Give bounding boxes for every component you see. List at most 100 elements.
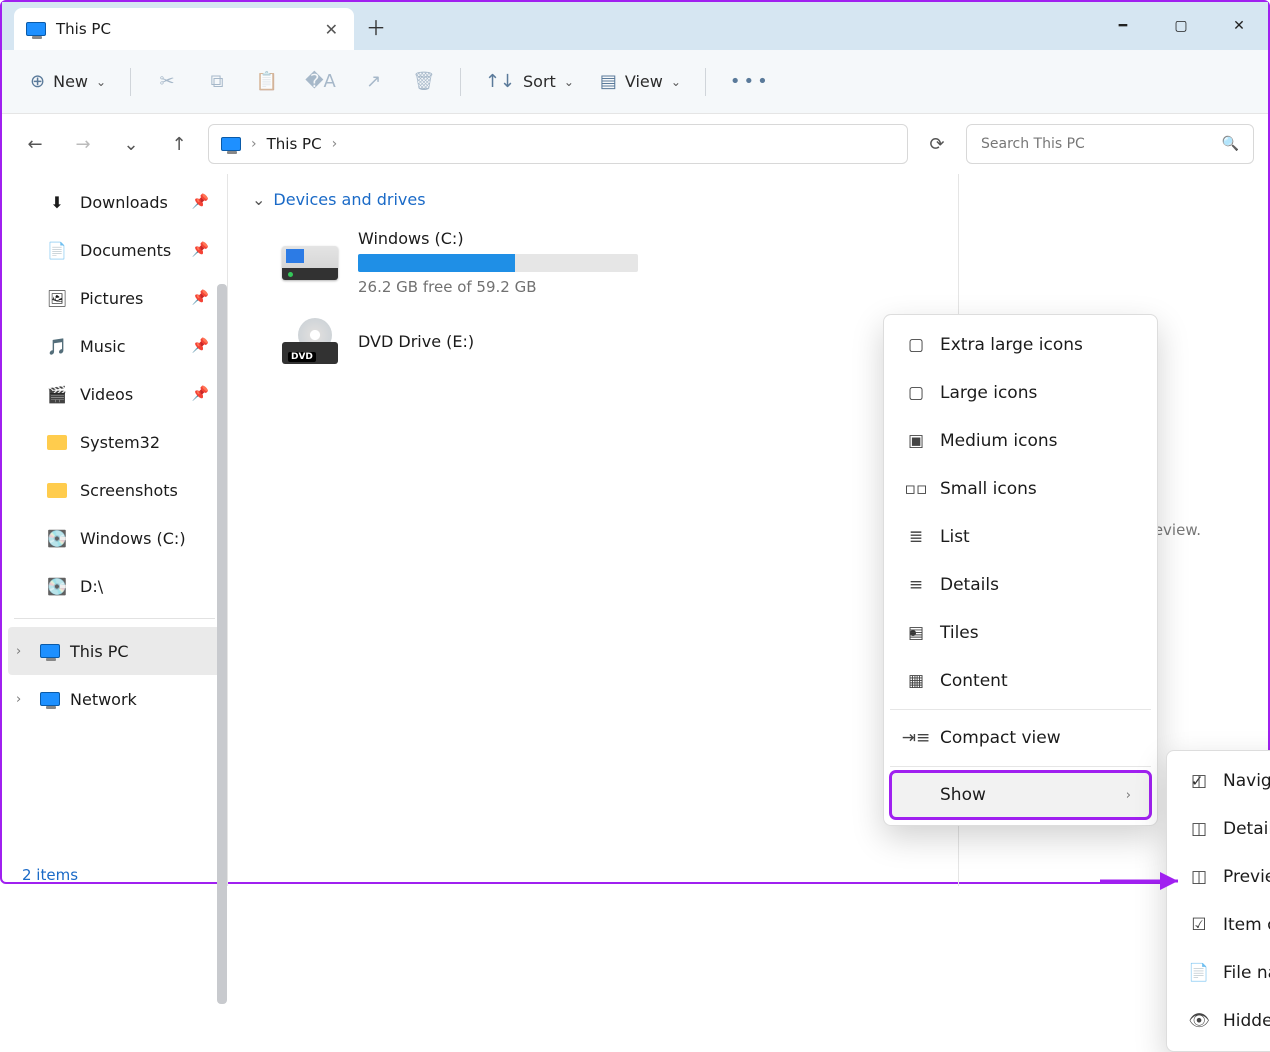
share-icon: ↗ — [366, 71, 381, 92]
minimize-button[interactable]: ━ — [1094, 2, 1152, 50]
tree-item-network[interactable]: ›Network — [2, 675, 227, 723]
delete-button[interactable]: 🗑 — [402, 60, 446, 104]
menu-item-extra-large-icons[interactable]: ▢Extra large icons — [890, 321, 1151, 369]
tree-item-this-pc[interactable]: ›This PC — [8, 627, 221, 675]
chevron-right-icon[interactable]: › — [332, 136, 338, 152]
chevron-right-icon[interactable]: › — [16, 644, 30, 659]
download-icon: ⬇ — [46, 193, 68, 212]
back-button[interactable]: ← — [16, 125, 54, 163]
pin-icon: 📌 — [192, 290, 209, 306]
menu-item-large-icons[interactable]: ▢Large icons — [890, 369, 1151, 417]
chevron-right-icon[interactable]: › — [16, 692, 30, 707]
storage-bar — [358, 254, 638, 272]
folder-icon — [46, 435, 68, 450]
drive-dvd-drive-e-[interactable]: DVDDVD Drive (E:) — [282, 324, 934, 364]
sidebar-item-documents[interactable]: 📄Documents📌 — [2, 226, 227, 274]
menu-item-details-pane[interactable]: ◫Details pane — [1173, 805, 1270, 853]
share-button[interactable]: ↗ — [352, 60, 396, 104]
sidebar-item-videos[interactable]: 🎬Videos📌 — [2, 370, 227, 418]
content-icon: ▦ — [904, 671, 928, 691]
maximize-button[interactable]: ▢ — [1152, 2, 1210, 50]
search-placeholder: Search This PC — [981, 136, 1085, 152]
paste-button[interactable]: 📋 — [245, 60, 289, 104]
tab-close-icon[interactable]: ✕ — [321, 16, 342, 43]
scrollbar-thumb[interactable] — [217, 284, 227, 1004]
details-icon: ≡ — [904, 575, 928, 595]
address-bar[interactable]: › This PC › — [208, 124, 908, 164]
search-input[interactable]: Search This PC 🔍 — [966, 124, 1254, 164]
folder-icon — [46, 483, 68, 498]
pin-icon: 📌 — [192, 338, 209, 354]
cut-button[interactable]: ✂ — [145, 60, 189, 104]
breadcrumb[interactable]: This PC — [267, 135, 322, 153]
menu-item-item-check-boxes[interactable]: ☑Item check boxes — [1173, 901, 1270, 949]
sidebar-item-system32[interactable]: System32 — [2, 418, 227, 466]
menu-item-small-icons[interactable]: ▫▫Small icons — [890, 465, 1151, 513]
rename-button[interactable]: �A — [295, 60, 346, 104]
chevron-right-icon: › — [1126, 788, 1131, 803]
pane-icon: ◫ — [1187, 867, 1211, 887]
this-pc-icon — [40, 644, 60, 658]
sort-icon: ↑↓ — [485, 71, 515, 92]
menu-item-content[interactable]: ▦Content — [890, 657, 1151, 705]
chevron-down-icon: ⌄ — [96, 75, 106, 89]
menu-item-hidden-items[interactable]: 👁Hidden items — [1173, 997, 1270, 1045]
menu-item-details[interactable]: ≡Details — [890, 561, 1151, 609]
tab-title: This PC — [56, 20, 111, 38]
refresh-button[interactable]: ⟳ — [918, 125, 956, 163]
navigation-row: ← → ⌄ ↑ › This PC › ⟳ Search This PC 🔍 — [2, 114, 1268, 174]
more-button[interactable]: ••• — [720, 60, 781, 104]
sidebar-item-music[interactable]: 🎵Music📌 — [2, 322, 227, 370]
toolbar: ⊕ New ⌄ ✂ ⧉ 📋 �A ↗ 🗑 ↑↓ Sort ⌄ ▤ View ⌄ … — [2, 50, 1268, 114]
trash-icon: 🗑 — [412, 71, 435, 92]
view-icon: ▤ — [600, 71, 617, 92]
drive-windows-c-[interactable]: Windows (C:)26.2 GB free of 59.2 GB — [282, 229, 934, 296]
menu-item-file-name-extensions[interactable]: 📄File name extensions — [1173, 949, 1270, 997]
drive2-icon: 💽 — [46, 577, 68, 596]
close-window-button[interactable]: ✕ — [1210, 2, 1268, 50]
drive-icon: 💽 — [46, 529, 68, 548]
sidebar-item-downloads[interactable]: ⬇Downloads📌 — [2, 178, 227, 226]
video-icon: 🎬 — [46, 385, 68, 404]
pin-icon: 📌 — [192, 194, 209, 210]
show-submenu: ✓◫Navigation pane◫Details pane◫Preview p… — [1166, 750, 1270, 1052]
menu-item-tiles[interactable]: ▤Tiles — [890, 609, 1151, 657]
new-tab-button[interactable]: ＋ — [354, 2, 398, 50]
menu-item-list[interactable]: ≣List — [890, 513, 1151, 561]
sort-button[interactable]: ↑↓ Sort ⌄ — [475, 60, 584, 104]
menu-item-navigation-pane[interactable]: ✓◫Navigation pane — [1173, 757, 1270, 805]
menu-item-medium-icons[interactable]: ▣Medium icons — [890, 417, 1151, 465]
clipboard-icon: 📋 — [256, 71, 278, 92]
search-icon: 🔍 — [1222, 136, 1239, 152]
view-button[interactable]: ▤ View ⌄ — [590, 60, 691, 104]
pane-icon: ◫ — [1187, 771, 1211, 791]
new-button[interactable]: ⊕ New ⌄ — [20, 60, 116, 104]
compact-icon: ⇥≡ — [904, 728, 928, 748]
tab-this-pc[interactable]: This PC ✕ — [14, 8, 354, 50]
sidebar: ⬇Downloads📌📄Documents📌🖼Pictures📌🎵Music📌🎬… — [2, 174, 228, 886]
chevron-right-icon: › — [251, 136, 257, 152]
sidebar-item-d-[interactable]: 💽D:\ — [2, 562, 227, 610]
rename-icon: �A — [305, 71, 336, 92]
sidebar-item-pictures[interactable]: 🖼Pictures📌 — [2, 274, 227, 322]
menu-item-compact-view[interactable]: ⇥≡ Compact view — [890, 714, 1151, 762]
chevron-down-icon: ⌄ — [252, 190, 265, 209]
status-bar-text: 2 items — [22, 866, 78, 884]
plus-circle-icon: ⊕ — [30, 71, 45, 92]
copy-button[interactable]: ⧉ — [195, 60, 239, 104]
group-header[interactable]: ⌄ Devices and drives — [252, 190, 934, 209]
up-button[interactable]: ↑ — [160, 125, 198, 163]
chevron-down-icon: ⌄ — [564, 75, 574, 89]
sidebar-item-screenshots[interactable]: Screenshots — [2, 466, 227, 514]
pin-icon: 📌 — [192, 386, 209, 402]
network-icon — [40, 692, 60, 706]
recent-locations-button[interactable]: ⌄ — [112, 125, 150, 163]
sidebar-item-windows-c-[interactable]: 💽Windows (C:) — [2, 514, 227, 562]
forward-button[interactable]: → — [64, 125, 102, 163]
pic-icon: 🖼 — [46, 289, 68, 308]
lg-icon: ▢ — [904, 383, 928, 403]
scissors-icon: ✂ — [160, 71, 175, 92]
doc-icon: 📄 — [46, 241, 68, 260]
pane-icon: 📄 — [1187, 963, 1211, 983]
menu-item-show[interactable]: Show › — [890, 771, 1151, 819]
